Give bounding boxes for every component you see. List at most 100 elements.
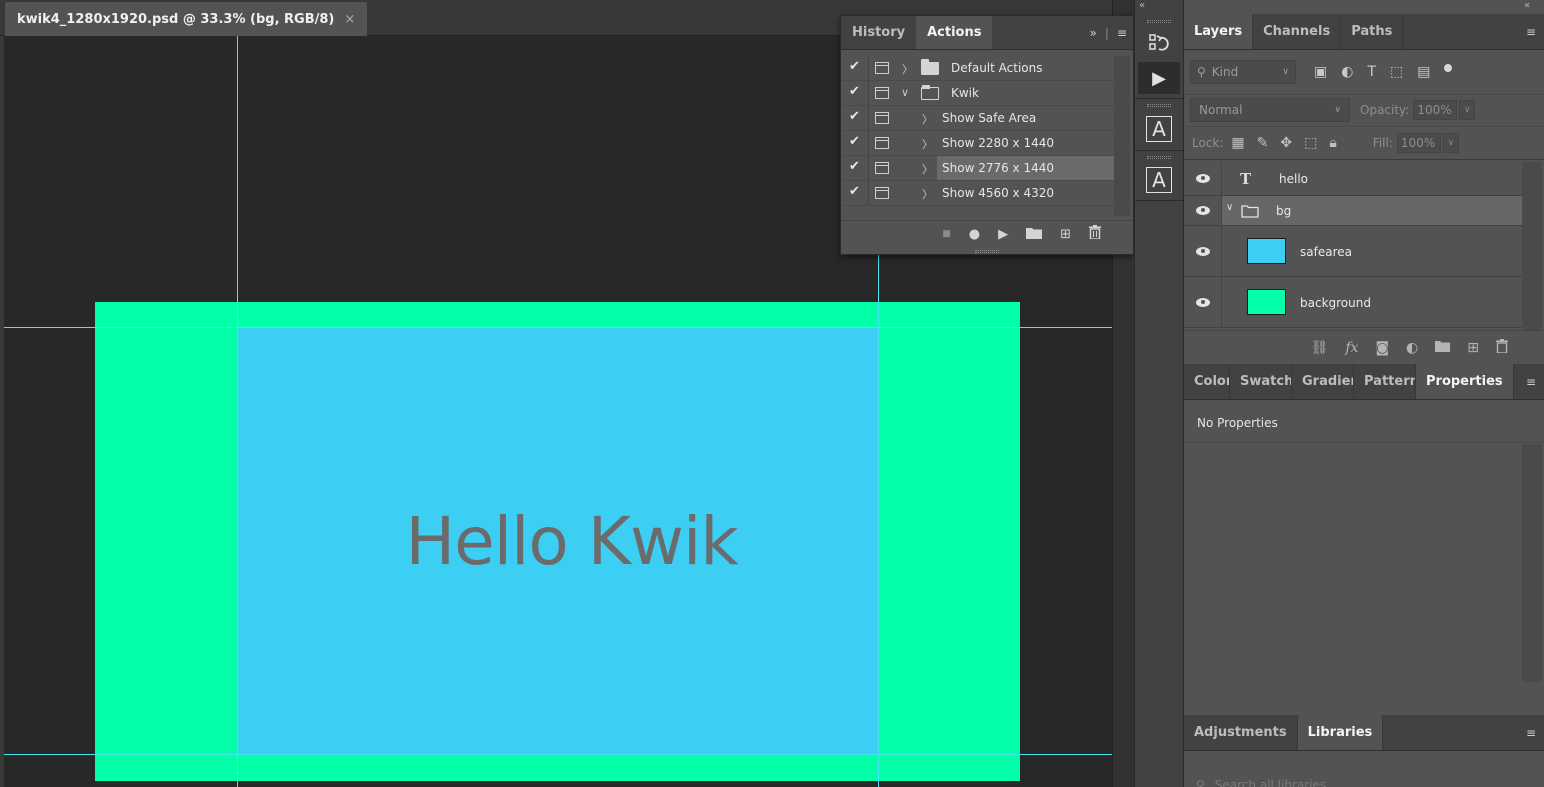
checkmark-icon[interactable]: ✔ — [849, 134, 863, 152]
dialog-toggle-icon[interactable] — [875, 162, 889, 174]
tab-paths[interactable]: Paths — [1341, 14, 1404, 49]
filter-shape-icon[interactable]: ⬚ — [1390, 64, 1403, 80]
new-action-icon[interactable]: ⊞ — [1060, 227, 1071, 242]
visibility-toggle[interactable] — [1184, 196, 1222, 225]
layer-row-hello[interactable]: T hello — [1184, 162, 1522, 196]
action-row-default-actions[interactable]: ✔ 〉 Default Actions — [842, 56, 1114, 81]
dialog-toggle-icon[interactable] — [875, 87, 889, 99]
opacity-field[interactable]: 100% — [1413, 99, 1458, 120]
visibility-toggle[interactable] — [1184, 277, 1222, 327]
stop-icon[interactable]: ■ — [942, 229, 951, 239]
layers-scrollbar[interactable] — [1522, 162, 1542, 330]
chevron-right-icon[interactable]: 〉 — [922, 161, 933, 177]
safearea-layer-fill[interactable]: Hello Kwik — [237, 328, 878, 755]
checkmark-icon[interactable]: ✔ — [849, 59, 863, 77]
layer-row-background[interactable]: background — [1184, 277, 1522, 328]
lock-image-icon[interactable]: ✎ — [1257, 135, 1269, 151]
dialog-toggle-icon[interactable] — [875, 137, 889, 149]
trash-icon[interactable] — [1089, 225, 1101, 243]
adjustment-layer-icon[interactable]: ◐ — [1406, 340, 1418, 356]
tab-swatches[interactable]: Swatches — [1230, 364, 1292, 399]
tab-channels[interactable]: Channels — [1253, 14, 1342, 49]
blend-mode-select[interactable]: Normal ∨ — [1190, 97, 1350, 122]
chevron-down-icon[interactable]: ∨ — [1226, 202, 1233, 213]
tab-actions[interactable]: Actions — [916, 16, 993, 49]
new-group-icon[interactable] — [1435, 340, 1451, 356]
panel-menu-icon[interactable]: ≡ — [1117, 26, 1127, 40]
actions-play-icon[interactable]: ▶ — [1138, 62, 1180, 94]
lock-position-icon[interactable]: ✥ — [1280, 135, 1292, 151]
fx-icon[interactable]: fx — [1345, 340, 1358, 356]
dialog-toggle-icon[interactable] — [875, 62, 889, 74]
lock-all-icon[interactable]: 🔒︎ — [1329, 135, 1336, 151]
guide-vertical-left[interactable] — [237, 36, 238, 787]
chevron-right-icon[interactable]: 〉 — [922, 111, 933, 127]
action-row-show-safe-area[interactable]: ✔ 〉 Show Safe Area — [842, 106, 1114, 131]
guide-horizontal-top[interactable] — [4, 327, 1112, 328]
actions-scrollbar[interactable] — [1114, 56, 1130, 216]
guide-horizontal-bottom[interactable] — [4, 754, 1112, 755]
checkmark-icon[interactable]: ✔ — [849, 84, 863, 102]
chevron-down-icon[interactable]: ∨ — [1442, 133, 1459, 153]
layer-name[interactable]: hello — [1279, 172, 1308, 186]
history-brush-icon[interactable] — [1138, 27, 1180, 59]
paragraph-panel-icon[interactable]: A — [1138, 164, 1180, 196]
canvas-hello-text[interactable]: Hello Kwik — [237, 328, 878, 755]
panel-grip[interactable] — [1147, 104, 1171, 107]
expand-panel-icon[interactable]: » — [1090, 26, 1097, 40]
collapse-panels-icon[interactable]: « — [1139, 0, 1145, 11]
chevron-right-icon[interactable]: 〉 — [922, 136, 933, 152]
fill-field[interactable]: 100% — [1396, 133, 1441, 153]
panel-menu-icon[interactable]: ≡ — [1526, 726, 1536, 740]
link-layers-icon[interactable]: ⛓ — [1311, 340, 1329, 356]
collapse-dock-icon[interactable]: « — [1524, 0, 1530, 11]
close-icon[interactable]: × — [344, 12, 355, 27]
tab-adjustments[interactable]: Adjustments — [1184, 715, 1298, 750]
visibility-toggle[interactable] — [1184, 162, 1222, 195]
chevron-right-icon[interactable]: 〉 — [902, 61, 913, 77]
panel-resize-grip[interactable] — [975, 250, 999, 253]
filter-pixel-icon[interactable]: ▣ — [1314, 64, 1327, 80]
layer-name[interactable]: background — [1300, 296, 1371, 310]
chevron-right-icon[interactable]: 〉 — [922, 186, 933, 202]
character-panel-icon[interactable]: A — [1138, 113, 1180, 145]
tab-color[interactable]: Color — [1184, 364, 1230, 399]
panel-grip[interactable] — [1147, 20, 1171, 23]
checkmark-icon[interactable]: ✔ — [849, 184, 863, 202]
tab-layers[interactable]: Layers — [1184, 14, 1254, 49]
panel-menu-icon[interactable]: ≡ — [1526, 375, 1536, 389]
tab-libraries[interactable]: Libraries — [1297, 715, 1384, 750]
lock-artboard-icon[interactable]: ⬚ — [1304, 135, 1317, 151]
new-set-folder-icon[interactable] — [1026, 226, 1043, 243]
action-row-show-4560[interactable]: ✔ 〉 Show 4560 x 4320 — [842, 181, 1114, 206]
tab-patterns[interactable]: Patterns — [1354, 364, 1416, 399]
background-layer-fill[interactable]: Hello Kwik — [95, 302, 1020, 781]
layer-name[interactable]: bg — [1276, 204, 1291, 218]
panel-menu-icon[interactable]: ≡ — [1526, 25, 1536, 39]
libraries-search[interactable]: ⚲ Search all libraries — [1196, 778, 1326, 787]
lock-transparent-icon[interactable]: ▦ — [1231, 135, 1244, 151]
layer-row-bg[interactable]: ∨ bg — [1184, 196, 1522, 226]
add-mask-icon[interactable]: ◙ — [1375, 340, 1389, 356]
new-layer-icon[interactable]: ⊞ — [1467, 340, 1479, 356]
layer-row-safearea[interactable]: safearea — [1184, 226, 1522, 277]
checkmark-icon[interactable]: ✔ — [849, 109, 863, 127]
play-icon[interactable]: ▶ — [998, 227, 1008, 242]
action-row-show-2776[interactable]: ✔ 〉 Show 2776 x 1440 — [842, 156, 1114, 181]
chevron-down-icon[interactable]: ∨ — [901, 86, 909, 99]
checkmark-icon[interactable]: ✔ — [849, 159, 863, 177]
tab-properties[interactable]: Properties — [1416, 364, 1514, 399]
chevron-down-icon[interactable]: ∨ — [1459, 99, 1476, 120]
panel-grip[interactable] — [1147, 156, 1171, 159]
tab-history[interactable]: History — [841, 16, 916, 49]
tab-gradients[interactable]: Gradients — [1292, 364, 1354, 399]
filter-kind-select[interactable]: ⚲ Kind ∨ — [1190, 60, 1296, 84]
layer-name[interactable]: safearea — [1300, 245, 1352, 259]
dialog-toggle-icon[interactable] — [875, 112, 889, 124]
visibility-toggle[interactable] — [1184, 226, 1222, 276]
trash-icon[interactable] — [1496, 338, 1508, 357]
filter-type-icon[interactable]: T — [1367, 64, 1376, 80]
action-row-kwik[interactable]: ✔ ∨ Kwik — [842, 81, 1114, 106]
filter-smart-object-icon[interactable]: ▤ — [1417, 64, 1430, 80]
filter-toggle-icon[interactable] — [1444, 64, 1453, 72]
